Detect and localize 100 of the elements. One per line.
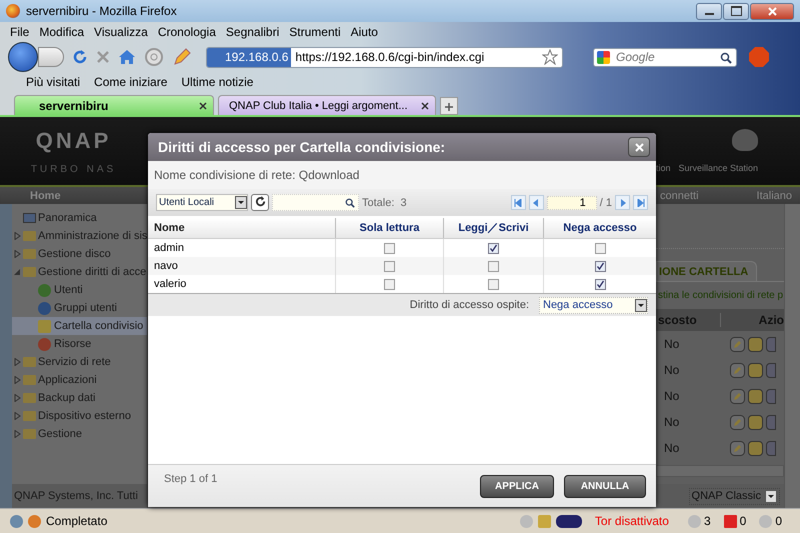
previous-icon[interactable]	[532, 198, 540, 206]
menu-item[interactable]: Strumenti	[289, 25, 341, 39]
first-page-button[interactable]	[510, 195, 526, 210]
app-shortcut[interactable]: Surveillance Station	[678, 163, 758, 173]
close-tab-icon[interactable]	[421, 102, 429, 110]
app-shortcut[interactable]: tion	[656, 163, 671, 173]
logout-link[interactable]: connetti	[660, 190, 699, 202]
reload-icon[interactable]	[72, 49, 88, 65]
expander-icon[interactable]	[14, 376, 21, 384]
tree-item[interactable]: Gestione disco	[12, 245, 147, 263]
tree-item[interactable]: Utenti	[12, 281, 147, 299]
edit-icon[interactable]	[730, 414, 745, 430]
edit-icon[interactable]	[730, 440, 745, 456]
tree-item[interactable]: Gestione	[12, 425, 147, 443]
theme-select[interactable]: QNAP Classic	[688, 488, 780, 504]
close-tab-icon[interactable]	[199, 102, 207, 110]
menu-item[interactable]: Visualizza	[94, 25, 148, 39]
new-tab-button[interactable]	[440, 97, 458, 115]
expander-icon[interactable]	[14, 412, 21, 420]
tree-item[interactable]: Backup dati	[12, 389, 147, 407]
first-page-icon[interactable]	[514, 198, 522, 206]
expander-icon[interactable]	[14, 268, 21, 276]
bookmark-item[interactable]: Come iniziare	[94, 75, 168, 89]
spiral-icon[interactable]	[144, 47, 164, 67]
menu-item[interactable]: Modifica	[39, 25, 84, 39]
cancel-button[interactable]: ANNULLA	[564, 474, 646, 498]
search-field[interactable]: Google	[593, 48, 737, 66]
checkbox[interactable]	[384, 278, 395, 290]
checkbox[interactable]	[488, 278, 499, 290]
maximize-button[interactable]	[723, 2, 749, 20]
previous-page-button[interactable]	[528, 195, 544, 210]
search-icon[interactable]	[345, 198, 355, 208]
expander-icon[interactable]	[14, 250, 21, 258]
checkbox[interactable]	[488, 242, 499, 254]
stop-icon[interactable]	[96, 50, 110, 64]
last-page-button[interactable]	[633, 195, 648, 210]
browser-tab[interactable]: QNAP Club Italia • Leggi argoment...	[218, 95, 436, 115]
next-icon[interactable]	[618, 198, 626, 206]
tree-item[interactable]: Panoramica	[12, 209, 147, 227]
search-field[interactable]	[272, 194, 359, 211]
expander-icon[interactable]	[14, 358, 21, 366]
close-icon[interactable]	[768, 6, 776, 16]
tree-item[interactable]: Risorse	[12, 335, 147, 353]
star-icon[interactable]	[542, 49, 558, 65]
search-icon[interactable]	[720, 52, 732, 64]
next-page-button[interactable]	[615, 195, 630, 210]
browser-tab[interactable]: servernibiru	[14, 95, 214, 115]
count-text: 3	[704, 514, 711, 528]
expander-icon[interactable]	[14, 430, 21, 438]
checkbox[interactable]	[594, 242, 606, 254]
tree-item[interactable]: Applicazioni	[12, 371, 147, 389]
menu-item[interactable]: Segnalibri	[226, 25, 280, 39]
home-icon[interactable]	[118, 49, 136, 65]
edit-icon[interactable]	[730, 336, 745, 352]
folder-icon	[23, 357, 36, 367]
last-page-icon[interactable]	[636, 198, 644, 206]
checkbox[interactable]	[384, 260, 395, 272]
tree-item[interactable]: Dispositivo esterno	[12, 407, 147, 425]
apply-button[interactable]: APPLICA	[480, 474, 554, 498]
address-field[interactable]: 192.168.0.6 https://192.168.0.6/cgi-bin/index.cgi	[206, 46, 563, 68]
close-icon[interactable]	[634, 142, 644, 152]
edit-icon[interactable]	[730, 388, 745, 404]
close-button[interactable]	[750, 2, 794, 20]
expander-icon[interactable]	[14, 232, 21, 240]
home-link[interactable]: Home	[0, 190, 147, 202]
search-engine-icon[interactable]	[597, 50, 610, 64]
tree-item[interactable]: Gruppi utenti	[12, 299, 147, 317]
checkbox[interactable]	[594, 260, 606, 272]
refresh-button[interactable]	[251, 194, 269, 211]
minimize-button[interactable]	[696, 2, 722, 20]
bookmark-item[interactable]: Ultime notizie	[181, 75, 254, 89]
table-cell-text: navo	[153, 259, 179, 274]
tree-item[interactable]: Amministrazione di sis	[12, 227, 147, 245]
menu-item[interactable]: File	[10, 25, 30, 39]
guest-access-select[interactable]: Nega accesso	[539, 296, 648, 314]
close-button[interactable]	[628, 137, 650, 157]
bookmark-item[interactable]: Più visitati	[26, 75, 80, 89]
language-select[interactable]: Italiano	[756, 190, 792, 202]
refresh-icon[interactable]	[254, 196, 266, 207]
edit-icon[interactable]	[730, 362, 745, 378]
tree-item[interactable]: Servizio di rete	[12, 353, 147, 371]
page-field[interactable]: 1	[546, 196, 597, 210]
tree-item[interactable]: Cartella condivisio	[12, 317, 147, 335]
folder-icon	[23, 429, 36, 439]
vertical-scrollbar[interactable]	[784, 204, 800, 508]
back-button[interactable]	[8, 42, 38, 72]
expander-icon[interactable]	[14, 394, 21, 402]
table-cell-text: No	[663, 441, 680, 455]
menu-item[interactable]: Aiuto	[350, 25, 378, 39]
pencil-icon[interactable]	[172, 47, 192, 67]
user-type-select[interactable]: Utenti Locali	[156, 194, 248, 211]
plus-icon[interactable]	[445, 102, 453, 110]
menu-item[interactable]: Cronologia	[158, 25, 216, 39]
tree-item[interactable]: Gestione diritti di acce	[12, 263, 147, 281]
checkbox[interactable]	[384, 242, 395, 254]
horizontal-scrollbar[interactable]	[656, 465, 784, 477]
checkbox[interactable]	[488, 260, 499, 272]
checkbox[interactable]	[594, 278, 606, 290]
site-identity-label[interactable]: 192.168.0.6	[207, 48, 292, 66]
tor-status[interactable]: Tor disattivato	[586, 514, 683, 528]
